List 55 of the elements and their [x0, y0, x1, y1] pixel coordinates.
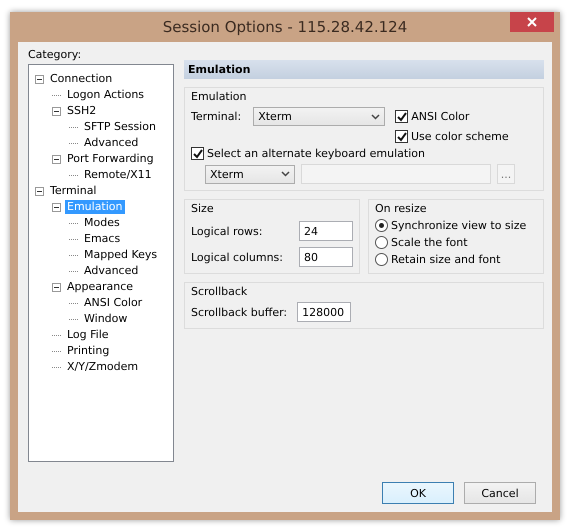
tree-item[interactable]: Logon Actions	[65, 88, 146, 102]
scrollback-buffer-field[interactable]: 128000	[297, 302, 352, 322]
tree-item[interactable]: SSH2	[65, 104, 98, 118]
tree-item[interactable]: Appearance	[65, 280, 136, 294]
keyboard-dropdown[interactable]: Xterm	[205, 164, 295, 184]
group-title: Emulation	[191, 90, 248, 103]
group-title: Size	[191, 202, 215, 215]
group-title: Scrollback	[191, 285, 248, 298]
check-icon	[192, 148, 202, 158]
dialog-button[interactable]: OK	[382, 482, 454, 504]
window-title: Session Options - 115.28.42.124	[162, 18, 408, 36]
checkbox[interactable]: ANSI Color	[395, 110, 470, 123]
close-button[interactable]	[510, 12, 554, 32]
tree-item[interactable]: Port Forwarding	[65, 152, 156, 166]
tree-item[interactable]: Log File	[65, 328, 111, 342]
radio-button[interactable]: Retain size and font	[375, 253, 537, 266]
radio-button[interactable]: Scale the font	[375, 236, 537, 249]
caret-icon	[281, 171, 290, 177]
collapse-icon[interactable]	[52, 154, 61, 164]
tree-item[interactable]: SFTP Session	[82, 120, 158, 134]
field-label: Logical rows:	[191, 224, 262, 238]
collapse-icon[interactable]	[52, 282, 61, 292]
radio-button[interactable]: Synchronize view to size	[375, 219, 537, 232]
caret-icon	[371, 114, 380, 120]
tree-item[interactable]: Advanced	[82, 136, 140, 150]
category-label: Category:	[28, 48, 82, 61]
tree-item[interactable]: Printing	[65, 344, 112, 358]
collapse-icon[interactable]	[35, 74, 44, 84]
tree-item[interactable]: Window	[82, 312, 130, 326]
dialog-button[interactable]: Cancel	[464, 482, 536, 504]
collapse-icon[interactable]	[52, 106, 61, 116]
panel-header: Emulation	[184, 60, 544, 79]
check-icon	[396, 132, 406, 142]
checkbox[interactable]: Select an alternate keyboard emulation	[191, 147, 425, 160]
field-label: Terminal:	[191, 110, 242, 123]
field-label: Logical columns:	[191, 250, 283, 264]
tree-item[interactable]: Emacs	[82, 232, 122, 246]
tree-item[interactable]: Terminal	[48, 184, 98, 198]
terminal-dropdown[interactable]: Xterm	[253, 107, 386, 126]
field-label: Scrollback buffer:	[191, 306, 288, 318]
tree-item[interactable]: X/Y/Zmodem	[65, 360, 140, 374]
check-icon	[396, 112, 407, 122]
columns-field[interactable]: 80	[299, 247, 353, 267]
group-title: On resize	[375, 202, 428, 215]
tree-item[interactable]: Mapped Keys	[82, 248, 160, 262]
tree-item[interactable]: Advanced	[82, 264, 140, 278]
tree-item[interactable]: Modes	[82, 216, 122, 230]
rows-field[interactable]: 24	[299, 221, 353, 241]
tree-item[interactable]: Remote/X11	[82, 168, 154, 182]
collapse-icon[interactable]	[35, 186, 44, 196]
checkbox[interactable]: Use color scheme	[395, 130, 509, 143]
collapse-icon[interactable]	[52, 202, 61, 212]
close-icon	[527, 17, 537, 27]
tree-item[interactable]: ANSI Color	[82, 296, 144, 310]
tree-item[interactable]: Connection	[48, 72, 114, 86]
